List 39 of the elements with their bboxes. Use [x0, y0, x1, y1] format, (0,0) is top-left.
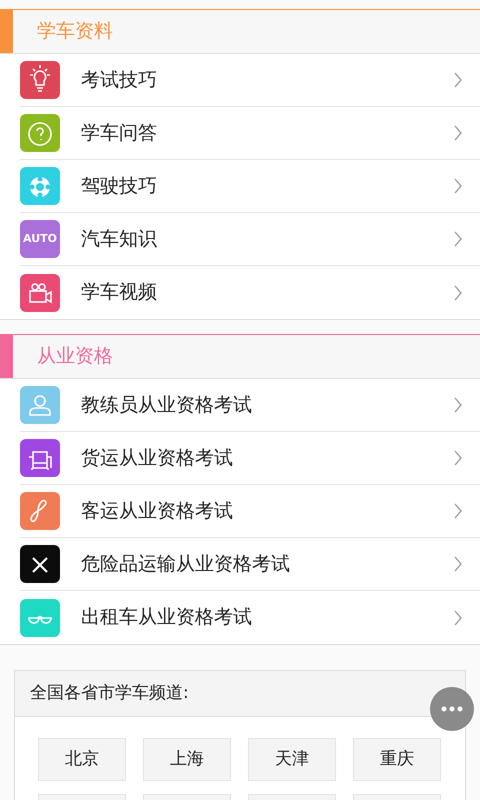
chevron-icon [454, 556, 462, 572]
menu-item[interactable]: 客运从业资格考试 [20, 485, 480, 538]
auto-icon: AUTO [20, 220, 60, 258]
menu-item[interactable]: 考试技巧 [20, 54, 480, 107]
chevron-icon [454, 231, 462, 247]
menu-item[interactable]: 驾驶技巧 [20, 160, 480, 213]
city-button[interactable]: 上海 [143, 738, 231, 781]
city-button[interactable]: 重庆 [353, 738, 441, 781]
chevron-icon [454, 450, 462, 466]
menu-item[interactable]: 出租车从业资格考试 [0, 591, 480, 644]
item-label: 客运从业资格考试 [81, 498, 234, 524]
chevron-icon [454, 610, 462, 626]
chevron-icon [454, 284, 462, 300]
item-label: 危险品运输从业资格考试 [81, 552, 291, 577]
menu-item[interactable]: 学车问答 [20, 107, 480, 160]
chevron-icon [454, 178, 462, 194]
item-label: 货运从业资格考试 [81, 446, 234, 471]
item-label: 学车视频 [81, 280, 158, 306]
menu-item[interactable]: AUTO 汽车知识 [20, 213, 480, 266]
chevron-icon [454, 503, 462, 519]
item-label: 出租车从业资格考试 [81, 605, 253, 630]
city-button[interactable]: 北京 [38, 738, 126, 781]
panel-title: 全国各省市学车频道: [30, 682, 189, 705]
city-button[interactable]: 天津 [248, 738, 336, 781]
more-icon [441, 706, 463, 712]
menu-item[interactable]: 货运从业资格考试 [20, 432, 480, 485]
menu-item[interactable]: 危险品运输从业资格考试 [20, 538, 480, 591]
item-label: 汽车知识 [81, 226, 158, 252]
item-label: 驾驶技巧 [81, 174, 158, 199]
menu-item[interactable]: 学车视频 [0, 266, 480, 319]
item-label: 学车问答 [81, 120, 158, 146]
item-label: 教练员从业资格考试 [81, 392, 253, 418]
section-title: 从业资格 [37, 344, 113, 370]
item-label: 考试技巧 [81, 68, 158, 93]
chevron-icon [454, 72, 462, 88]
chevron-icon [454, 397, 462, 413]
section-title: 学车资料 [37, 19, 113, 44]
chevron-icon [454, 125, 462, 141]
menu-item[interactable]: 教练员从业资格考试 [20, 379, 480, 432]
